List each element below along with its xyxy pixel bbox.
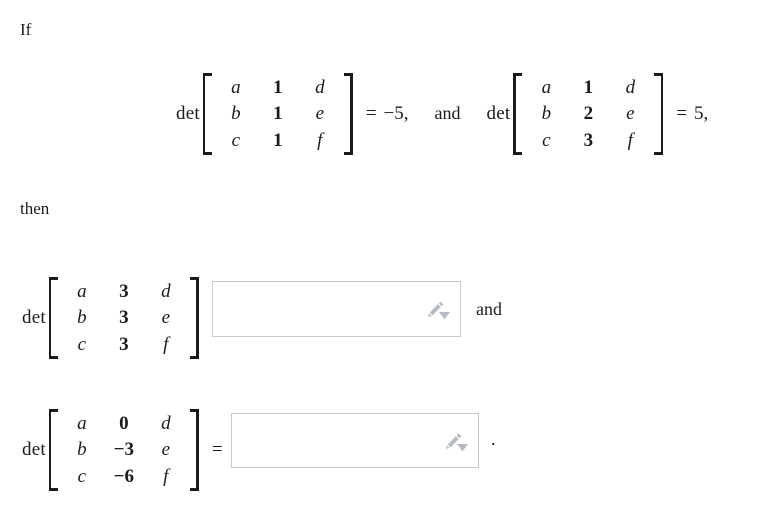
matrix-cell: b [77,439,87,461]
matrix-cell: a [541,77,552,98]
conjunction-2: and [476,299,502,319]
given-value-2: 5 [694,102,704,124]
bracket-left [48,409,58,491]
matrix-cell: c [77,465,87,487]
matrix-cell: b [231,103,241,125]
equals-sign-2: = [676,102,688,124]
equation-editor-toggle-2[interactable] [439,428,469,454]
matrix-cell: e [161,439,171,461]
matrix-cell: d [625,77,636,98]
matrix-cell: 3 [119,281,129,302]
matrix-cell: c [77,333,87,355]
matrix-cell: d [161,281,171,302]
matrix-cell: f [627,129,633,151]
intro-text: If [20,20,32,39]
equals-sign-4: = [211,438,223,460]
answer-box-2[interactable] [231,413,479,468]
bracket-right [189,409,199,491]
matrix-cell: 1 [583,77,594,98]
chevron-down-icon [457,443,468,451]
answer-box-1[interactable] [212,281,461,337]
bracket-left [202,73,212,155]
bracket-right [654,73,664,155]
matrix-cell: 3 [119,307,129,329]
matrix-cell: 1 [273,129,283,151]
terminal-period: . [491,429,496,449]
matrix-cell: a [77,413,87,434]
matrix-cell: −6 [113,465,134,487]
then-text: then [20,199,50,218]
matrix-cell: f [317,129,323,151]
matrix-question-2: a 0 d b −3 e c −6 f [48,409,199,491]
matrix-cell: 1 [273,103,283,125]
chevron-down-icon [439,312,450,320]
matrix-cell: e [315,103,325,125]
matrix-cell: b [541,103,552,125]
matrix-cell: d [315,77,325,98]
bracket-left [513,73,523,155]
matrix-cell: d [161,413,171,434]
matrix-cell: 2 [583,103,594,125]
conjunction-1: and [434,103,461,124]
bracket-right [343,73,353,155]
matrix-cell: a [231,77,241,98]
matrix-cell: a [77,281,87,302]
question-2-expression: det a 0 d b −3 e c −6 f = [22,409,223,491]
det-label-2: det [486,102,511,124]
matrix-cell: b [77,307,87,329]
matrix-cell: 3 [583,129,594,151]
equation-editor-toggle-1[interactable] [421,296,451,322]
det-label-3: det [22,306,46,328]
comma-1: , [403,102,409,124]
matrix-cell: e [626,103,635,125]
matrix-question-1: a 3 d b 3 e c 3 f [48,277,199,359]
matrix-given-2: a 1 d b 2 e c 3 f [513,73,664,155]
question-1-expression: det a 3 d b 3 e c 3 f = [22,277,223,359]
bracket-right [189,277,199,359]
bracket-left [48,277,58,359]
matrix-given-1: a 1 d b 1 e c 1 f [202,73,353,155]
matrix-cell: 1 [273,77,283,98]
matrix-cell: −3 [113,439,134,461]
matrix-cell: c [542,129,551,151]
matrix-cell: f [163,333,169,355]
matrix-cell: f [163,465,169,487]
matrix-cell: 0 [119,413,129,434]
given-equations-row: det a 1 d b 1 e c 1 f = −5 , and det a 1… [176,73,708,155]
det-label-4: det [22,438,46,460]
matrix-cell: c [231,129,241,151]
given-value-1: −5 [383,102,404,124]
det-label-1: det [176,102,200,124]
matrix-cell: e [161,307,171,329]
equals-sign-1: = [365,102,377,124]
comma-2: , [703,102,709,124]
matrix-cell: 3 [119,333,129,355]
